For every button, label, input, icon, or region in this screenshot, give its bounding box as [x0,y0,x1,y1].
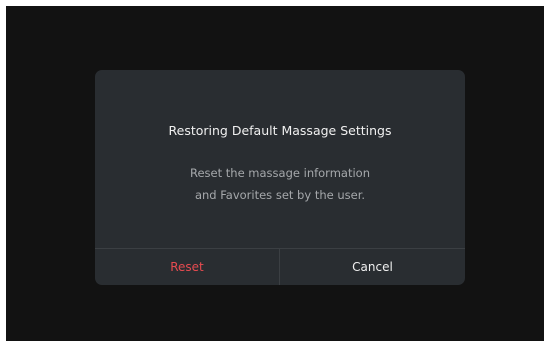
restore-defaults-dialog: Restoring Default Massage Settings Reset… [95,70,465,285]
dialog-title: Restoring Default Massage Settings [168,123,392,138]
cancel-button[interactable]: Cancel [280,249,465,285]
device-screen: Restoring Default Massage Settings Reset… [6,6,544,341]
reset-button[interactable]: Reset [95,249,279,285]
dialog-message-line-2: and Favorites set by the user. [194,188,366,202]
dialog-message: Reset the massage information and Favori… [95,162,465,206]
dialog-message-line-1: Reset the massage information [190,166,370,180]
